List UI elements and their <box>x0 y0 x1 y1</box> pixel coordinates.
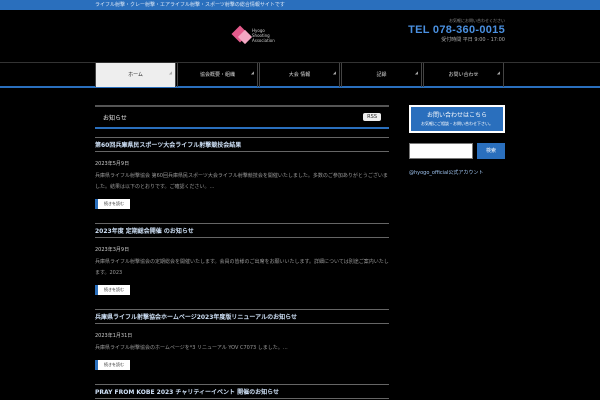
nav-item-events[interactable]: 大会 情報 ◢ <box>259 63 340 87</box>
office-hours: 受付時間 平日 9:00 - 17:00 <box>441 37 505 43</box>
logo-text: Hyogo Shooting Association <box>252 28 275 43</box>
search-button[interactable]: 検索 <box>477 143 505 159</box>
header-contact: お気軽にお問い合わせください TEL 078-360-0015 受付時間 平日 … <box>408 18 505 43</box>
post-date: 2023年1月31日 <box>95 333 133 339</box>
post-title-link[interactable]: 第60回兵庫県民スポーツ大会ライフル射撃競技会結果 <box>95 137 389 152</box>
news-heading: お知らせ RSS <box>95 105 389 129</box>
corner-arrow-icon: ◢ <box>250 70 254 75</box>
post-date: 2023年3月9日 <box>95 247 130 253</box>
news-post: PRAY FROM KOBE 2023 チャリティーイベント 開催のお知らせ <box>95 384 389 399</box>
top-announcement-bar: ライフル射撃・クレー射撃・エアライフル射撃・スポーツ射撃の総合情報サイトです <box>0 0 600 10</box>
corner-arrow-icon: ◢ <box>414 70 418 75</box>
read-more-button[interactable]: 続きを読む <box>95 360 130 370</box>
post-title-link[interactable]: PRAY FROM KOBE 2023 チャリティーイベント 開催のお知らせ <box>95 384 389 399</box>
post-excerpt: 兵庫県ライフル射撃協会 第60回兵庫県民スポーツ大会ライフル射撃競技会を開催いた… <box>95 173 388 190</box>
read-more-button[interactable]: 続きを読む <box>95 199 130 209</box>
news-post: 第60回兵庫県民スポーツ大会ライフル射撃競技会結果 2023年5月9日 兵庫県ラ… <box>95 137 389 209</box>
site-logo[interactable]: Hyogo Shooting Association <box>230 25 276 46</box>
contact-button[interactable]: お問い合わせはこちら お気軽にご相談・お問い合わせ下さい。 <box>409 105 505 133</box>
social-link[interactable]: @hyogo_official公式アカウント <box>409 169 505 176</box>
news-post: 2023年度 定期総会開催 のお知らせ 2023年3月9日 兵庫県ライフル射撃協… <box>95 223 389 295</box>
search-form: 検索 <box>409 143 505 159</box>
news-section: お知らせ RSS 第60回兵庫県民スポーツ大会ライフル射撃競技会結果 2023年… <box>95 105 389 399</box>
nav-item-about[interactable]: 協会概要・組織 ◢ <box>177 63 258 87</box>
corner-arrow-icon: ◢ <box>168 70 172 75</box>
nav-item-home[interactable]: ホーム ◢ <box>95 63 176 87</box>
news-post: 兵庫県ライフル射撃協会ホームページ2023年度版リニューアルのお知らせ 2023… <box>95 309 389 370</box>
post-date: 2023年5月9日 <box>95 161 130 167</box>
sidebar: お問い合わせはこちら お気軽にご相談・お問い合わせ下さい。 検索 @hyogo_… <box>409 105 505 176</box>
section-title: お知らせ <box>103 115 127 122</box>
contact-button-label: お問い合わせはこちら <box>426 112 487 119</box>
read-more-button[interactable]: 続きを読む <box>95 285 130 295</box>
post-excerpt: 兵庫県ライフル射撃協会の定期総会を開催いたします。会員の皆様のご出席をお願いいた… <box>95 259 389 276</box>
corner-arrow-icon: ◢ <box>496 70 500 75</box>
tel-number[interactable]: TEL 078-360-0015 <box>408 24 505 36</box>
corner-arrow-icon: ◢ <box>332 70 336 75</box>
post-title-link[interactable]: 2023年度 定期総会開催 のお知らせ <box>95 223 389 238</box>
post-title-link[interactable]: 兵庫県ライフル射撃協会ホームページ2023年度版リニューアルのお知らせ <box>95 309 389 324</box>
search-input[interactable] <box>409 143 473 159</box>
post-excerpt: 兵庫県ライフル射撃協会のホームページを*3 リニューアル YOV C7073 し… <box>95 345 288 351</box>
nav-item-records[interactable]: 記録 ◢ <box>341 63 422 87</box>
global-nav: ホーム ◢ 協会概要・組織 ◢ 大会 情報 ◢ 記録 ◢ お問い合わせ ◢ <box>0 62 600 88</box>
contact-button-sublabel: お気軽にご相談・お問い合わせ下さい。 <box>421 121 493 126</box>
rss-button[interactable]: RSS <box>363 113 381 121</box>
nav-item-contact[interactable]: お問い合わせ ◢ <box>423 63 504 87</box>
